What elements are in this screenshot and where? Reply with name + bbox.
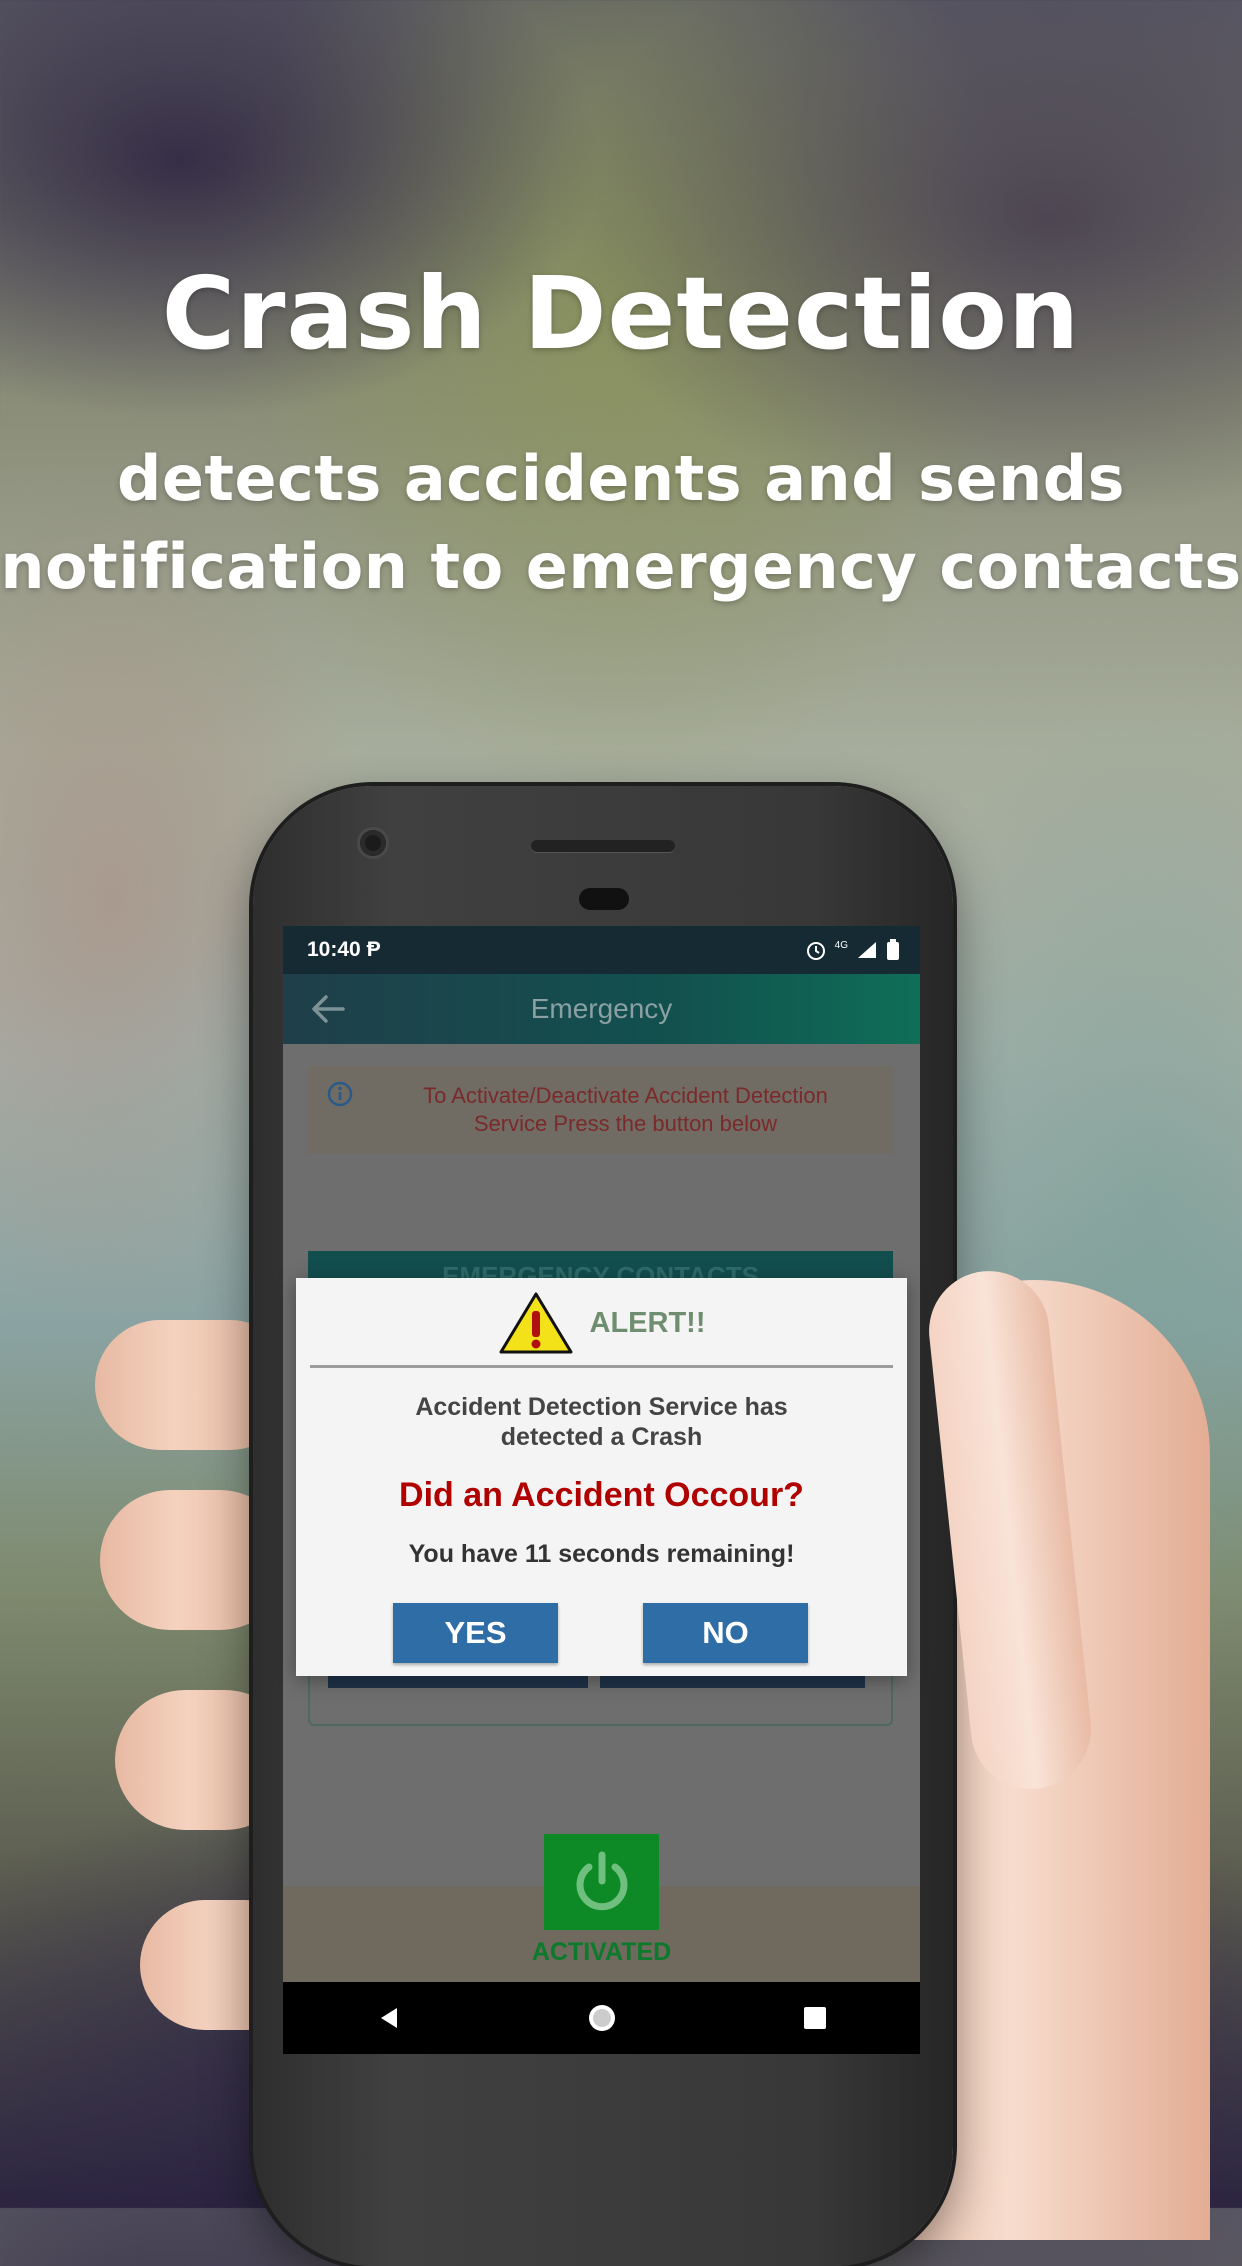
contact-button-right[interactable]: [600, 1676, 865, 1688]
info-banner: To Activate/Deactivate Accident Detectio…: [308, 1066, 893, 1154]
battery-icon: [887, 939, 899, 960]
status-bar: 10:40 Ᵽ 4G: [283, 926, 920, 974]
dialog-message: Accident Detection Service has detected …: [415, 1393, 788, 1451]
yes-button[interactable]: YES: [393, 1603, 558, 1663]
crash-alert-dialog: ALERT!! Accident Detection Service has d…: [296, 1278, 907, 1676]
power-toggle-button[interactable]: [544, 1834, 659, 1930]
info-text: To Activate/Deactivate Accident Detectio…: [423, 1083, 828, 1136]
p-icon: Ᵽ: [366, 938, 381, 961]
promo-subtitle-line-1: detects accidents and sends: [116, 442, 1126, 515]
home-nav-icon[interactable]: [586, 2002, 618, 2034]
promo-title: Crash Detection: [161, 255, 1081, 372]
app-bar: Emergency: [283, 974, 920, 1044]
status-time: 10:40 Ᵽ: [307, 938, 381, 961]
network-type: 4G: [834, 939, 848, 951]
dialog-question: Did an Accident Occour?: [399, 1476, 804, 1514]
front-camera: [360, 830, 386, 856]
power-icon: [576, 1851, 627, 1911]
page-title: Emergency: [530, 993, 673, 1024]
signal-icon: [858, 942, 876, 958]
countdown-text: You have 11 seconds remaining!: [408, 1540, 795, 1568]
status-icons: 4G: [805, 939, 900, 961]
contact-button-left[interactable]: [328, 1676, 588, 1688]
warning-icon: [499, 1292, 572, 1354]
back-nav-icon[interactable]: [375, 2004, 403, 2032]
dialog-title: ALERT!!: [589, 1306, 706, 1339]
recents-nav-icon[interactable]: [802, 2005, 828, 2031]
earpiece-speaker: [531, 840, 675, 852]
alarm-icon: [806, 942, 825, 960]
dialog-divider: [310, 1365, 893, 1368]
system-nav-bar: [283, 1982, 920, 2054]
promo-subtitle-line-2: notification to emergency contacts: [0, 530, 1242, 603]
dialog-header: ALERT!!: [296, 1288, 907, 1358]
no-button[interactable]: NO: [643, 1603, 808, 1663]
proximity-sensor: [579, 888, 629, 910]
info-icon: [327, 1081, 353, 1107]
contacts-panel: [308, 1676, 893, 1726]
arrow-left-icon[interactable]: [311, 994, 345, 1024]
promo-subtitle: detects accidents and sends notification…: [0, 435, 1242, 611]
activation-status: ACTIVATED: [531, 1938, 672, 1966]
